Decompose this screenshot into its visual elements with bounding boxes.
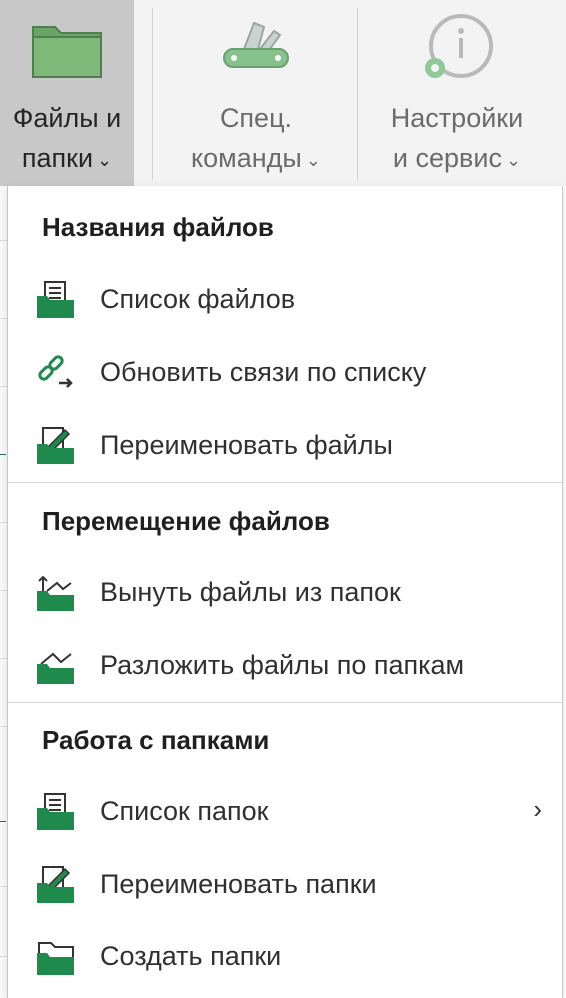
grid-line bbox=[0, 454, 6, 455]
files-and-folders-label-1: Файлы и bbox=[12, 103, 122, 133]
special-commands-label-2: команды ⌄ bbox=[191, 143, 321, 173]
menu-item-distribute-files[interactable]: Разложить файлы по папкам bbox=[8, 632, 562, 698]
menu-item-label: Создать папки bbox=[100, 940, 282, 971]
chevron-right-icon[interactable]: › bbox=[533, 794, 542, 825]
section-title-file-names: Названия файлов bbox=[42, 212, 274, 242]
section-title-moving-files: Перемещение файлов bbox=[42, 506, 330, 536]
ribbon-separator bbox=[152, 8, 153, 180]
files-and-folders-menu: Названия файлов Список файлов Обновить с… bbox=[7, 186, 563, 998]
swiss-knife-icon bbox=[211, 0, 301, 96]
grid-line bbox=[0, 821, 6, 822]
menu-item-rename-files[interactable]: Переименовать файлы bbox=[8, 412, 562, 478]
menu-item-label: Разложить файлы по папкам bbox=[100, 649, 465, 680]
menu-divider bbox=[8, 482, 562, 483]
menu-item-label: Переименовать файлы bbox=[100, 429, 393, 460]
files-and-folders-button[interactable]: Файлы и папки ⌄ bbox=[0, 0, 134, 186]
menu-item-update-links[interactable]: Обновить связи по списку bbox=[8, 339, 562, 405]
info-gear-icon bbox=[412, 0, 502, 96]
special-commands-label-1: Спец. bbox=[219, 103, 293, 133]
menu-item-label: Обновить связи по списку bbox=[100, 356, 427, 387]
menu-item-label: Список файлов bbox=[100, 283, 296, 314]
menu-item-extract-files[interactable]: Вынуть файлы из папок bbox=[8, 559, 562, 625]
settings-and-service-button[interactable]: Настройки и сервис ⌄ bbox=[372, 0, 542, 186]
create-folders-icon bbox=[35, 935, 77, 977]
extract-files-icon bbox=[35, 571, 77, 613]
ribbon-separator bbox=[357, 8, 358, 180]
chevron-down-icon: ⌄ bbox=[505, 149, 522, 170]
distribute-files-icon bbox=[35, 644, 77, 686]
ribbon: Файлы и папки ⌄ Спец. команды ⌄ Настройк… bbox=[0, 0, 566, 186]
rename-folders-icon bbox=[35, 863, 77, 905]
file-list-icon bbox=[35, 278, 77, 320]
settings-and-service-label-2: и сервис ⌄ bbox=[392, 143, 522, 173]
chevron-down-icon: ⌄ bbox=[97, 149, 113, 170]
menu-item-create-folders[interactable]: Создать папки bbox=[8, 923, 562, 989]
menu-divider bbox=[8, 702, 562, 703]
link-update-icon bbox=[35, 351, 77, 393]
folder-list-icon bbox=[35, 790, 77, 832]
special-commands-button[interactable]: Спец. команды ⌄ bbox=[170, 0, 342, 186]
menu-item-folder-list[interactable]: Список папок › bbox=[8, 778, 562, 844]
chevron-down-icon: ⌄ bbox=[305, 149, 321, 170]
section-title-working-with-folders: Работа с папками bbox=[42, 725, 270, 755]
settings-and-service-label-1: Настройки bbox=[390, 103, 524, 133]
folder-icon bbox=[22, 0, 112, 96]
rename-files-icon bbox=[35, 424, 77, 466]
menu-item-rename-folders[interactable]: Переименовать папки bbox=[8, 851, 562, 917]
menu-item-file-list[interactable]: Список файлов bbox=[8, 266, 562, 332]
menu-item-label: Список папок bbox=[100, 795, 269, 826]
menu-item-label: Вынуть файлы из папок bbox=[100, 576, 401, 607]
menu-item-label: Переименовать папки bbox=[100, 868, 377, 899]
files-and-folders-label-2: папки ⌄ bbox=[21, 143, 113, 173]
